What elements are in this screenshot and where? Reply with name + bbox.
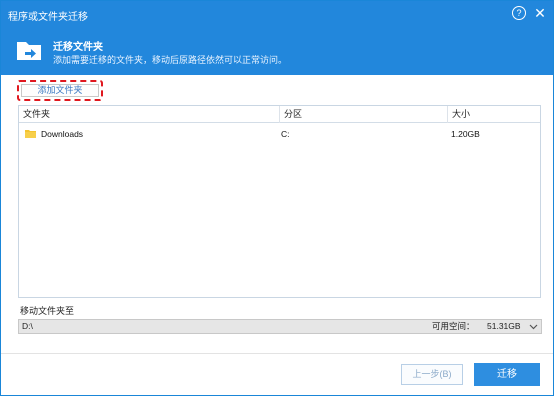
row-partition: C: [281,129,290,139]
close-icon[interactable]: ✕ [532,4,548,22]
row-size: 1.20GB [451,129,480,139]
header-banner: 迁移文件夹 添加需要迁移的文件夹，移动后原路径依然可以正常访问。 [1,27,553,75]
destination-select[interactable]: D:\ 可用空间： 51.31GB [18,319,542,334]
table-row[interactable]: Downloads C: 1.20GB [19,125,540,143]
folder-arrow-icon [17,42,41,60]
add-folder-highlight: 添加文件夹 [17,80,103,101]
previous-button[interactable]: 上一步(B) [401,364,463,385]
table-header: 文件夹 分区 大小 [19,106,540,123]
destination-label: 移动文件夹至 [20,306,75,316]
app-window: 程序或文件夹迁移 ? ✕ 迁移文件夹 添加需要迁移的文件夹，移动后原路径依然可以… [0,0,554,396]
banner-title: 迁移文件夹 [53,42,103,53]
row-folder-cell: Downloads [25,125,275,143]
column-header-folder[interactable]: 文件夹 [19,106,279,123]
column-header-partition[interactable]: 分区 [279,106,447,123]
banner-subtitle: 添加需要迁移的文件夹，移动后原路径依然可以正常访问。 [53,55,288,65]
window-title: 程序或文件夹迁移 [8,12,88,23]
destination-path: D:\ [22,321,33,331]
title-bar: 程序或文件夹迁移 ? ✕ [1,1,553,27]
migrate-button[interactable]: 迁移 [474,363,540,386]
help-icon[interactable]: ? [512,6,526,20]
folder-icon [25,130,36,139]
free-space-label: 可用空间： [432,321,475,331]
row-folder-name: Downloads [41,129,84,139]
add-folder-button[interactable]: 添加文件夹 [21,84,99,97]
chevron-down-icon[interactable] [527,320,539,333]
folder-table: 文件夹 分区 大小 Downloads C: 1.20GB [18,105,541,298]
free-space-value: 51.31GB [487,321,521,331]
column-header-size[interactable]: 大小 [447,106,540,123]
footer-divider [1,353,553,354]
